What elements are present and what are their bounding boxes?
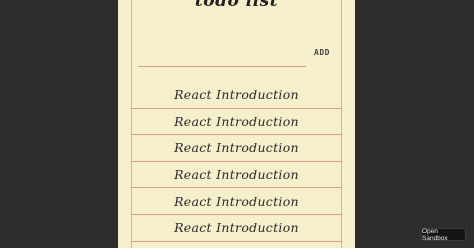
todo-input-underline[interactable] xyxy=(138,66,306,67)
add-button[interactable]: ADD xyxy=(312,46,332,58)
app-stage: todo list ADD React Introduction React I… xyxy=(0,0,474,248)
open-sandbox-button[interactable]: Open Sandbox xyxy=(421,228,466,242)
todo-item-text: React Introduction xyxy=(174,220,299,236)
todo-list: React Introduction React Introduction Re… xyxy=(131,82,342,242)
todo-item-text: React Introduction xyxy=(174,113,299,129)
todo-item-text: React Introduction xyxy=(174,87,299,103)
todo-item[interactable]: React Introduction xyxy=(131,135,342,162)
page-title: todo list xyxy=(194,0,279,11)
todo-item[interactable]: React Introduction xyxy=(131,82,342,109)
todo-item-text: React Introduction xyxy=(174,167,299,183)
todo-item[interactable]: React Introduction xyxy=(131,109,342,136)
todo-item[interactable]: React Introduction xyxy=(131,188,342,215)
todo-item[interactable]: React Introduction xyxy=(131,215,342,242)
todo-item-text: React Introduction xyxy=(174,140,299,156)
todo-item[interactable]: React Introduction xyxy=(131,162,342,189)
todo-item-text: React Introduction xyxy=(174,193,299,209)
